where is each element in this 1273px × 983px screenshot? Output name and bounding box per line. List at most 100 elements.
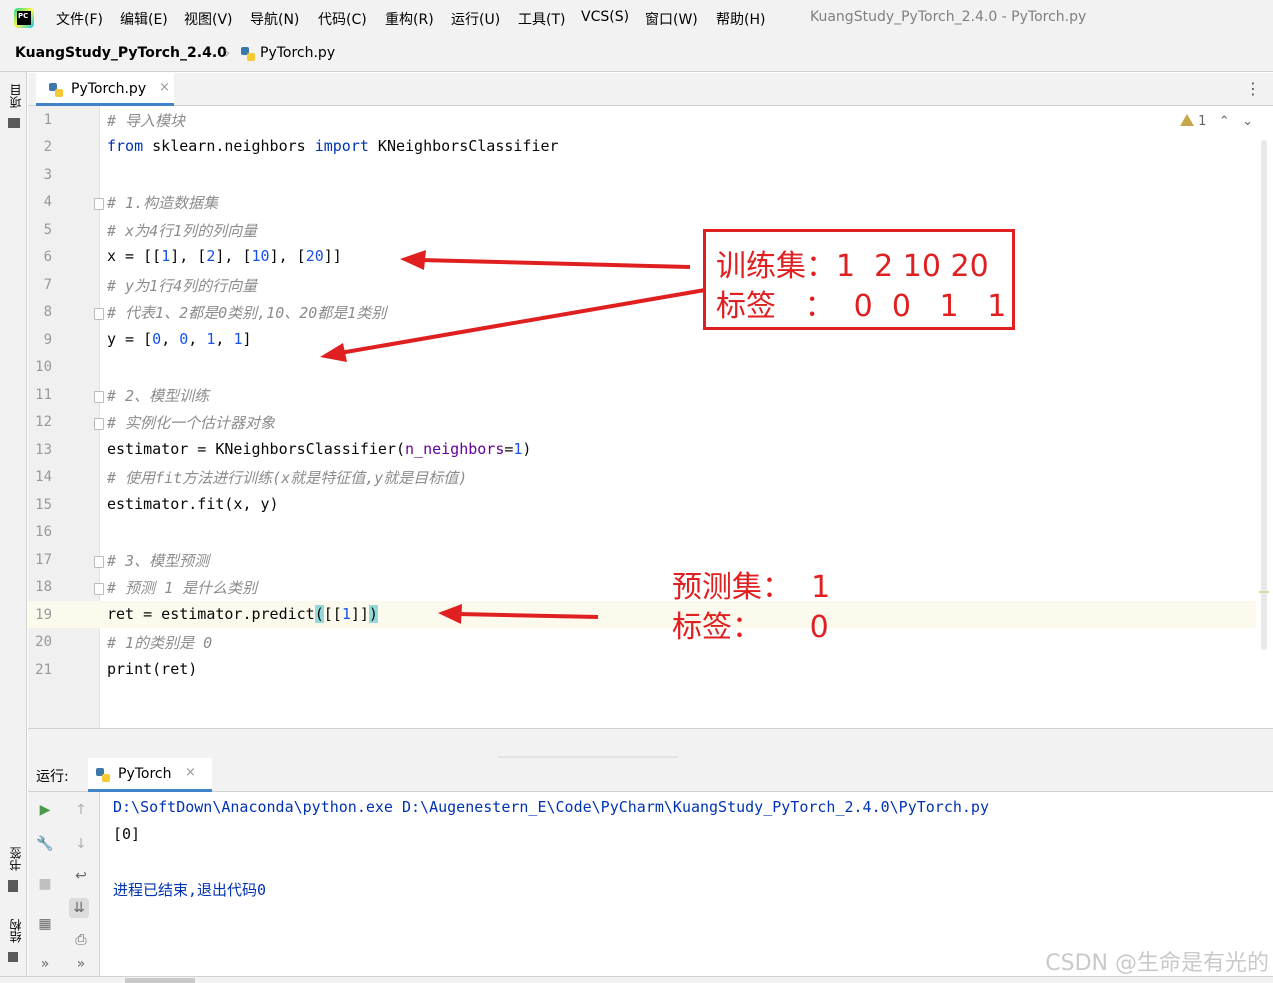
horizontal-scroll-thumb[interactable]: [125, 978, 195, 983]
rerun-icon[interactable]: ▶: [35, 800, 55, 820]
run-tab-pytorch[interactable]: PyTorch ×: [88, 758, 212, 792]
line-number: 11: [35, 387, 52, 403]
line-number: 13: [35, 442, 52, 458]
code-line[interactable]: estimator = KNeighborsClassifier(n_neigh…: [107, 440, 531, 458]
close-icon[interactable]: ×: [185, 765, 196, 780]
code-line[interactable]: # y为1行4列的行向量: [107, 275, 257, 296]
training-set-annotation: 训练集：1 2 10 20: [716, 249, 989, 284]
layout-icon[interactable]: ▦: [35, 914, 55, 934]
code-line[interactable]: # 使用fit方法进行训练(x就是特征值,y就是目标值): [107, 467, 467, 488]
arrow-up-icon[interactable]: ↑: [71, 800, 91, 820]
fold-marker-icon[interactable]: [94, 583, 104, 595]
menu-bar: PC 文件(F) 编辑(E) 视图(V) 导航(N) 代码(C) 重构(R) 运…: [0, 0, 1273, 36]
warning-icon: [1179, 114, 1194, 126]
project-tool-button[interactable]: 项目: [7, 84, 24, 108]
menu-window[interactable]: 窗口(W): [645, 9, 698, 29]
line-number: 15: [35, 497, 52, 513]
structure-tool-button[interactable]: 结构: [7, 919, 24, 943]
console-output-line: [0]: [113, 825, 141, 843]
print-icon[interactable]: ⎙: [71, 930, 91, 950]
app-icon-text: PC: [17, 11, 31, 25]
line-number: 18: [35, 579, 52, 595]
code-line[interactable]: x = [[1], [2], [10], [20]]: [107, 247, 342, 265]
fold-marker-icon[interactable]: [94, 418, 104, 430]
console-exit-line: 进程已结束,退出代码0: [113, 881, 267, 899]
code-line[interactable]: # 实例化一个估计器对象: [107, 412, 275, 433]
menu-help[interactable]: 帮助(H): [716, 9, 765, 29]
run-toolbar: ▶ 🔧 ■ ▦ » ↑ ↓ ↩ ⇊ ⎙ »: [28, 792, 100, 976]
more-tools-icon[interactable]: »: [35, 954, 55, 974]
tab-label: PyTorch.py: [71, 81, 147, 97]
wrench-icon[interactable]: 🔧: [35, 834, 55, 854]
python-icon: [95, 767, 111, 787]
code-line[interactable]: ret = estimator.predict([[1]]): [107, 605, 378, 623]
line-number: 4: [43, 194, 52, 210]
window-title: KuangStudy_PyTorch_2.4.0 - PyTorch.py: [810, 9, 1087, 25]
next-highlight-icon[interactable]: ⌄: [1242, 114, 1253, 129]
bookmarks-tool-button[interactable]: 书签: [7, 847, 24, 871]
editor-tab-bar: PyTorch.py × ⋮: [28, 73, 1273, 106]
tab-pytorch-py[interactable]: PyTorch.py ×: [36, 73, 174, 106]
close-icon[interactable]: ×: [159, 80, 170, 95]
menu-vcs[interactable]: VCS(S): [581, 9, 629, 25]
code-line[interactable]: # 3、模型预测: [107, 550, 209, 571]
line-number: 10: [35, 359, 52, 375]
code-line[interactable]: print(ret): [107, 660, 197, 678]
python-file-icon: [240, 46, 256, 66]
code-line[interactable]: # x为4行1列的列向量: [107, 220, 257, 241]
line-number: 7: [43, 277, 52, 293]
scroll-to-end-icon[interactable]: ⇊: [69, 898, 89, 918]
menu-code[interactable]: 代码(C): [318, 9, 367, 29]
line-number: 3: [43, 167, 52, 183]
menu-tools[interactable]: 工具(T): [518, 9, 565, 29]
code-line[interactable]: # 导入模块: [107, 110, 185, 131]
code-line[interactable]: # 预测 1 是什么类别: [107, 577, 257, 598]
soft-wrap-icon[interactable]: ↩: [71, 866, 91, 886]
folder-icon: [8, 118, 20, 128]
fold-marker-icon[interactable]: [94, 198, 104, 210]
breadcrumb-chevron-icon: ›: [224, 43, 231, 62]
menu-edit[interactable]: 编辑(E): [120, 9, 168, 29]
breadcrumb-project[interactable]: KuangStudy_PyTorch_2.4.0: [15, 45, 227, 61]
menu-navigate[interactable]: 导航(N): [250, 9, 299, 29]
arrow-down-icon[interactable]: ↓: [71, 834, 91, 854]
code-line[interactable]: # 代表1、2都是0类别,10、20都是1类别: [107, 302, 386, 323]
editor-scrollbar[interactable]: [1261, 140, 1267, 650]
fold-marker-icon[interactable]: [94, 391, 104, 403]
code-editor[interactable]: 1 2 3 4 5 6 7 8 9 10 11 12 13 14 15 16 1…: [28, 106, 1273, 728]
inspection-widget[interactable]: 1 ⌃ ⌄: [1179, 114, 1253, 129]
line-number: 1: [43, 112, 52, 128]
bookmark-icon: [8, 880, 18, 892]
code-line[interactable]: # 2、模型训练: [107, 385, 209, 406]
run-tab-label: PyTorch: [118, 766, 172, 782]
python-file-icon: [48, 82, 64, 102]
horizontal-scrollbar[interactable]: [0, 976, 1273, 983]
menu-view[interactable]: 视图(V): [184, 9, 233, 29]
line-number: 8: [43, 304, 52, 320]
code-line[interactable]: # 1的类别是 0: [107, 632, 212, 653]
line-number: 16: [35, 524, 52, 540]
fold-marker-icon[interactable]: [94, 556, 104, 568]
prediction-label-annotation: 标签： 0: [672, 610, 829, 645]
run-panel-header: 运行: PyTorch ×: [28, 758, 1273, 792]
menu-run[interactable]: 运行(U): [451, 9, 500, 29]
more-options-icon[interactable]: ⋮: [1245, 79, 1261, 98]
code-line[interactable]: estimator.fit(x, y): [107, 495, 279, 513]
line-number: 17: [35, 552, 52, 568]
panel-splitter[interactable]: [28, 728, 1273, 758]
stop-icon[interactable]: ■: [35, 874, 55, 894]
left-tool-strip: 项目 书签 结构: [0, 72, 27, 983]
pycharm-logo-icon[interactable]: PC: [14, 8, 34, 28]
fold-marker-icon[interactable]: [94, 308, 104, 320]
code-line[interactable]: from sklearn.neighbors import KNeighbors…: [107, 137, 559, 155]
menu-file[interactable]: 文件(F): [56, 9, 103, 29]
code-line[interactable]: # 1.构造数据集: [107, 192, 218, 213]
more-tools-icon[interactable]: »: [71, 954, 91, 974]
code-line[interactable]: y = [0, 0, 1, 1]: [107, 330, 252, 348]
previous-highlight-icon[interactable]: ⌃: [1219, 114, 1230, 129]
line-number: 21: [35, 662, 52, 678]
breadcrumb-file[interactable]: PyTorch.py: [260, 45, 335, 61]
line-number: 6: [43, 249, 52, 265]
line-number: 19: [35, 607, 52, 623]
menu-refactor[interactable]: 重构(R): [385, 9, 434, 29]
